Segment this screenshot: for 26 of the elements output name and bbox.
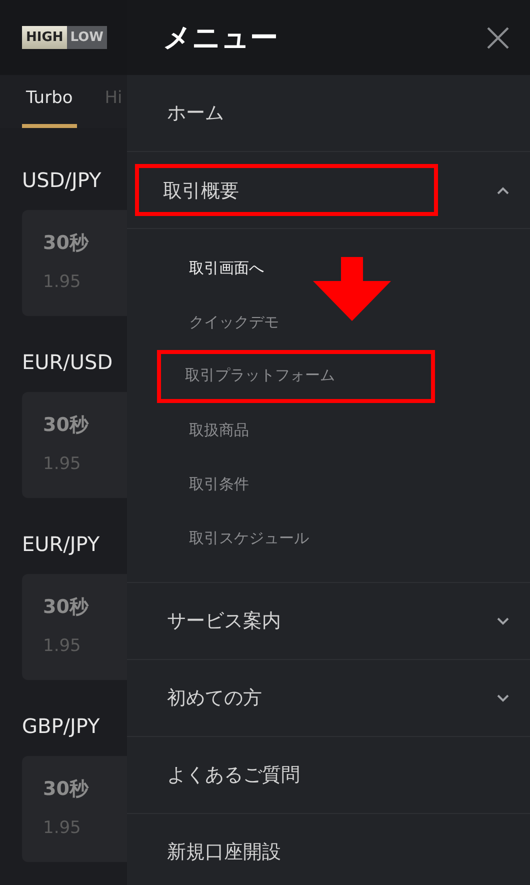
duration-label: 30秒 — [43, 231, 88, 256]
pair-name: USD/JPY — [22, 168, 102, 194]
logo-text: HIGH — [22, 26, 68, 49]
submenu-item[interactable]: クイックデモ — [185, 308, 283, 336]
duration-label: 30秒 — [43, 413, 88, 438]
menu-item[interactable]: 新規口座開設 — [163, 835, 285, 869]
tab[interactable]: Turbo — [22, 75, 77, 128]
logo-text: LOW — [67, 26, 106, 49]
pair-name: EUR/USD — [22, 350, 113, 376]
menu-item[interactable]: ホーム — [163, 96, 228, 130]
menu-item[interactable]: よくあるご質問 — [163, 758, 304, 792]
duration-label: 30秒 — [43, 595, 88, 620]
menu-title: メニュー — [163, 20, 278, 56]
submenu-item[interactable]: 取引プラットフォーム — [157, 350, 435, 402]
submenu-item[interactable]: 取扱商品 — [185, 416, 253, 444]
menu-item[interactable]: 初めての方 — [163, 681, 266, 715]
duration-label: 30秒 — [43, 777, 88, 802]
submenu-item[interactable]: 取引画面へ — [185, 254, 268, 282]
pair-name: GBP/JPY — [22, 714, 100, 740]
menu-item[interactable]: サービス案内 — [163, 604, 285, 638]
close-icon — [486, 26, 510, 50]
submenu-item[interactable]: 取引スケジュール — [185, 524, 313, 552]
close-button[interactable] — [486, 26, 510, 50]
submenu-item[interactable]: 取引条件 — [185, 470, 253, 498]
pair-name: EUR/JPY — [22, 532, 100, 558]
menu-item[interactable]: 取引概要 — [135, 164, 438, 216]
